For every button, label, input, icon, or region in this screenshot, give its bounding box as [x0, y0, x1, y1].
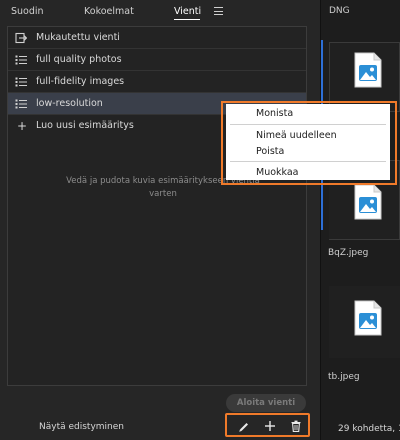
preset-label: low-resolution — [36, 98, 103, 109]
panel-tabs: Suodin Kokoelmat Vienti — [0, 0, 320, 24]
create-preset-label: Luo uusi esimääritys — [36, 120, 134, 131]
preset-item-custom-export[interactable]: Mukautettu vienti — [8, 27, 306, 49]
tab-collections[interactable]: Kokoelmat — [84, 6, 134, 17]
pencil-icon[interactable] — [237, 419, 251, 433]
export-panel: Suodin Kokoelmat Vienti Mukautettu vient… — [0, 0, 320, 440]
list-icon — [15, 77, 27, 87]
menu-separator — [230, 124, 386, 125]
format-label: DNG — [329, 6, 350, 16]
add-icon[interactable] — [263, 419, 277, 433]
menu-item-duplicate[interactable]: Monista — [256, 108, 293, 119]
menu-item-rename[interactable]: Nimeä uudelleen — [256, 130, 337, 141]
preset-label: Mukautettu vienti — [36, 32, 120, 43]
show-progress-link[interactable]: Näytä edistyminen — [39, 422, 124, 432]
list-icon — [15, 55, 27, 65]
plus-icon: + — [17, 119, 28, 133]
list-icon — [15, 99, 27, 109]
item-count: 29 kohdetta, 1 — [338, 424, 400, 434]
file-grid-panel: DNG BqZ.jpeg tb.jpeg 29 kohdetta, 1 — [321, 0, 400, 440]
image-file-icon — [354, 52, 382, 88]
hamburger-menu-icon[interactable] — [214, 7, 223, 16]
preset-list: Mukautettu vienti full quality photos fu… — [7, 26, 307, 386]
tab-export[interactable]: Vienti — [174, 6, 201, 17]
menu-item-delete[interactable]: Poista — [256, 146, 284, 157]
context-menu: Monista Nimeä uudelleen Poista Muokkaa — [226, 104, 390, 180]
image-file-icon — [354, 300, 382, 336]
preset-item-full-quality[interactable]: full quality photos — [8, 49, 306, 71]
active-tab-indicator — [174, 19, 200, 20]
tab-filter[interactable]: Suodin — [11, 6, 44, 17]
preset-label: full quality photos — [36, 54, 122, 65]
preset-toolbar — [225, 413, 310, 437]
preset-item-full-fidelity[interactable]: full-fidelity images — [8, 71, 306, 93]
trash-icon[interactable] — [289, 419, 303, 433]
menu-item-edit[interactable]: Muokkaa — [256, 167, 299, 178]
file-name: BqZ.jpeg — [328, 248, 369, 258]
start-export-button[interactable]: Aloita vienti — [226, 394, 306, 412]
file-name: tb.jpeg — [328, 372, 360, 382]
menu-separator — [230, 161, 386, 162]
image-file-icon — [354, 184, 382, 220]
preset-label: full-fidelity images — [36, 76, 125, 87]
export-custom-icon — [15, 32, 27, 44]
